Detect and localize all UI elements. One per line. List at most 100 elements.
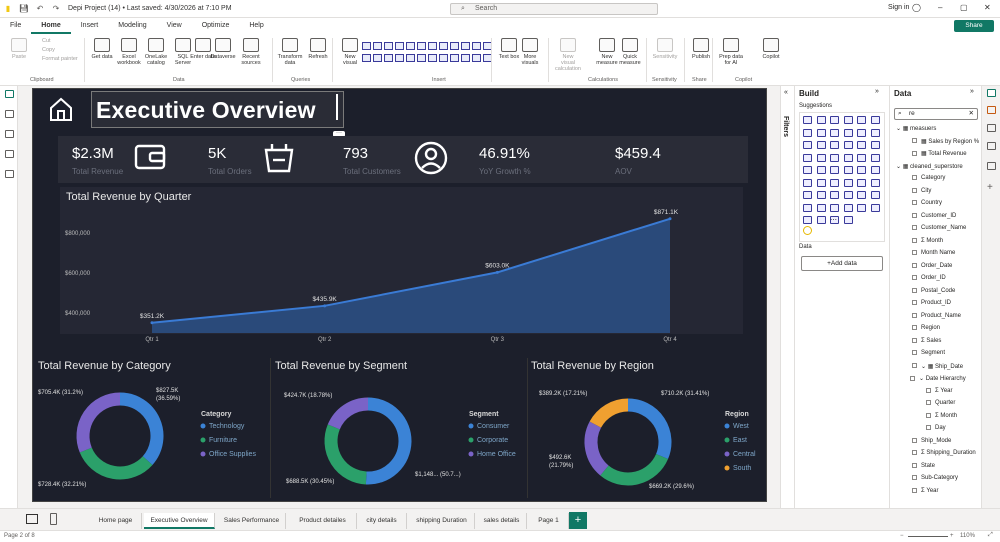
field-item[interactable]: Σ Shipping_Duration bbox=[912, 450, 976, 456]
report-view-icon[interactable] bbox=[5, 90, 14, 98]
menu-insert[interactable]: Insert bbox=[71, 18, 109, 34]
field-checkbox[interactable] bbox=[912, 225, 917, 230]
visual-type-icon[interactable] bbox=[373, 54, 382, 62]
visual-type-icon[interactable] bbox=[406, 54, 415, 62]
field-item[interactable]: Ship_Mode bbox=[912, 437, 951, 444]
chevron-down-icon[interactable]: ⌄ ▦ bbox=[921, 364, 935, 370]
visual-type-icon[interactable] bbox=[843, 191, 853, 199]
visual-type-icon[interactable] bbox=[843, 216, 853, 224]
onelake-catalog-button[interactable]: OneLake catalog bbox=[143, 38, 169, 66]
donut-slice[interactable] bbox=[584, 421, 609, 476]
visual-type-icon[interactable] bbox=[816, 128, 826, 137]
field-item[interactable]: State bbox=[912, 462, 935, 469]
field-item[interactable]: Day bbox=[926, 425, 946, 431]
clear-icon[interactable]: ✕ bbox=[969, 109, 974, 119]
visual-type-icon[interactable] bbox=[362, 42, 371, 50]
legend-item[interactable]: Technology bbox=[209, 423, 245, 430]
visual-type-icon[interactable] bbox=[830, 166, 839, 174]
menu-home[interactable]: Home bbox=[31, 18, 71, 34]
field-item[interactable]: Region bbox=[912, 325, 940, 331]
prep-data-for-ai-button[interactable]: Prep data for AI bbox=[718, 38, 744, 66]
zoom-slider[interactable] bbox=[908, 536, 948, 537]
visual-type-icon[interactable] bbox=[830, 191, 839, 199]
redo-icon[interactable]: ↷ bbox=[48, 4, 64, 13]
visual-type-icon[interactable] bbox=[373, 42, 382, 50]
legend-item[interactable]: West bbox=[733, 423, 749, 430]
visual-type-icon[interactable] bbox=[384, 54, 393, 62]
donut-slice[interactable] bbox=[589, 398, 629, 429]
field-checkbox[interactable] bbox=[912, 337, 917, 343]
field-checkbox[interactable] bbox=[910, 375, 915, 381]
paste-button[interactable]: Paste bbox=[6, 38, 32, 60]
field-item[interactable]: Customer_ID bbox=[912, 212, 956, 219]
add-page-button[interactable]: + bbox=[569, 512, 587, 529]
chevron-down-icon[interactable]: ⌄ bbox=[919, 376, 926, 382]
copilot-button[interactable]: Copilot bbox=[758, 38, 784, 60]
undo-icon[interactable]: ↶ bbox=[32, 4, 48, 13]
page-tab[interactable]: Page 1 bbox=[529, 513, 569, 529]
field-checkbox[interactable] bbox=[912, 325, 917, 330]
chevron-down-icon[interactable]: ⌄ ▦ bbox=[896, 126, 910, 132]
legend-item[interactable]: Office Supplies bbox=[209, 451, 256, 458]
donut-slice[interactable] bbox=[324, 424, 367, 485]
donut-slice[interactable] bbox=[79, 447, 153, 480]
field-item[interactable]: Σ Year bbox=[926, 387, 953, 394]
desktop-layout-icon[interactable] bbox=[26, 514, 38, 524]
add-pane-icon[interactable]: + bbox=[987, 182, 993, 193]
visual-type-icon[interactable] bbox=[870, 178, 880, 187]
visual-type-icon[interactable] bbox=[803, 128, 812, 137]
visual-type-icon[interactable] bbox=[816, 153, 826, 162]
field-item[interactable]: Customer_Name bbox=[912, 225, 966, 231]
dataverse-button[interactable]: Dataverse bbox=[210, 38, 236, 60]
field-item[interactable]: Σ Sales bbox=[912, 337, 941, 344]
legend-item[interactable]: Furniture bbox=[209, 437, 237, 444]
data-pane-icon[interactable] bbox=[987, 89, 996, 97]
visual-type-icon[interactable] bbox=[803, 116, 812, 124]
visual-type-icon[interactable] bbox=[816, 203, 826, 212]
visual-type-icon[interactable] bbox=[843, 203, 853, 212]
table-node[interactable]: ⌄ ▦ cleaned_superstore bbox=[896, 163, 963, 170]
field-item[interactable]: ⌄ ▦ Ship_Date bbox=[912, 363, 963, 370]
visual-type-icon[interactable] bbox=[461, 54, 470, 62]
legend-item[interactable]: Corporate bbox=[477, 437, 508, 444]
visual-type-icon[interactable] bbox=[843, 128, 853, 137]
field-item[interactable]: ⌄ Date Hierarchy bbox=[910, 375, 966, 382]
copy-button[interactable]: Copy bbox=[34, 47, 82, 53]
collapse-icon[interactable]: « bbox=[784, 89, 788, 96]
field-checkbox[interactable] bbox=[912, 450, 917, 455]
visual-type-icon[interactable] bbox=[803, 153, 812, 162]
visual-type-icon[interactable] bbox=[857, 191, 866, 199]
more-options-icon[interactable]: ⋯ bbox=[830, 216, 837, 224]
home-icon[interactable] bbox=[48, 96, 74, 122]
sign-in-link[interactable]: Sign in bbox=[888, 4, 909, 11]
visual-type-icon[interactable] bbox=[803, 178, 812, 187]
field-item[interactable]: Σ Month bbox=[912, 237, 943, 244]
field-checkbox[interactable] bbox=[912, 250, 917, 255]
field-checkbox[interactable] bbox=[926, 412, 931, 418]
legend-item[interactable]: Home Office bbox=[477, 451, 516, 458]
visual-type-icon[interactable] bbox=[816, 191, 826, 199]
visual-type-icon[interactable] bbox=[857, 203, 866, 212]
close-icon[interactable]: ✕ bbox=[984, 3, 991, 12]
field-checkbox[interactable] bbox=[912, 175, 917, 180]
field-checkbox[interactable] bbox=[912, 487, 917, 493]
transform-data-button[interactable]: Transform data bbox=[277, 38, 303, 66]
visual-type-icon[interactable] bbox=[803, 216, 812, 224]
visual-type-icon[interactable] bbox=[870, 128, 880, 137]
tmdl-view-icon[interactable] bbox=[5, 170, 14, 178]
field-item[interactable]: Category bbox=[912, 175, 945, 181]
legend-item[interactable]: Consumer bbox=[477, 423, 510, 430]
field-checkbox[interactable] bbox=[926, 425, 931, 430]
page-tab[interactable]: Home page bbox=[90, 513, 142, 529]
field-item[interactable]: ▦ Sales by Region % bbox=[912, 138, 979, 145]
recent-sources-button[interactable]: Recent sources bbox=[238, 38, 264, 66]
account-icon[interactable]: ◯ bbox=[912, 3, 921, 12]
segment-donut-panel[interactable]: Total Revenue by Segment Segment Consumer… bbox=[272, 356, 526, 498]
zoom-in-icon[interactable]: + bbox=[950, 533, 954, 539]
field-item[interactable]: Product_Name bbox=[912, 312, 961, 319]
model-view-icon[interactable] bbox=[5, 130, 14, 138]
publish-button[interactable]: Publish bbox=[688, 38, 714, 60]
field-checkbox[interactable] bbox=[912, 237, 917, 243]
new-visual-button[interactable]: New visual bbox=[337, 38, 363, 66]
field-checkbox[interactable] bbox=[912, 350, 917, 355]
